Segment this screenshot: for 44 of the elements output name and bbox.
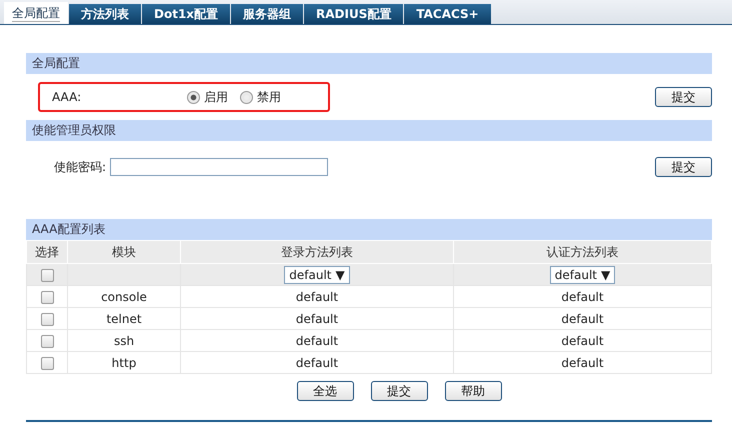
table-cell: http [68,352,180,374]
checkbox[interactable] [40,312,54,326]
tab[interactable]: RADIUS配置 [304,4,404,24]
table-cell: default [180,330,454,352]
column-header: 选择 [26,240,68,264]
checkbox[interactable] [40,356,54,370]
checkbox[interactable] [40,334,54,348]
radio-button[interactable] [187,90,200,104]
tab[interactable]: 服务器组 [231,4,304,24]
table-cell: default [180,352,454,374]
table-cell: default [180,308,454,330]
dropdown[interactable]: default ▼ [284,266,350,284]
column-header: 模块 [68,240,180,264]
radio-label: 禁用 [257,88,282,106]
tab[interactable]: TACACS+ [404,4,491,24]
submit-button[interactable]: 提交 [655,157,712,177]
action-button[interactable]: 提交 [370,381,428,401]
table-cell: default [454,330,712,352]
checkbox[interactable] [40,268,54,282]
tab[interactable]: 全局配置 [4,2,68,24]
tab[interactable]: 方法列表 [69,4,141,24]
action-button[interactable]: 帮助 [444,381,502,401]
table-cell: default [180,286,454,308]
radio-button[interactable] [240,90,254,104]
action-button[interactable]: 全选 [296,381,354,401]
table-cell: console [68,286,180,308]
field-label: 使能密码: [54,158,106,176]
column-header: 认证方法列表 [454,240,712,264]
section-header: 使能管理员权限 [26,120,712,141]
table-cell: ssh [68,330,180,352]
section-header: AAA配置列表 [26,219,712,240]
table-cell: telnet [68,308,180,330]
section-header: 全局配置 [26,53,712,74]
radio-label: 启用 [204,88,228,106]
column-header: 登录方法列表 [180,240,454,264]
submit-button[interactable]: 提交 [655,87,712,107]
dropdown[interactable]: default ▼ [550,266,616,284]
tab[interactable]: Dot1x配置 [142,4,230,24]
field-label: AAA: [52,90,82,104]
table-cell: default [454,286,712,308]
table-cell: default [454,352,712,374]
table-cell: default [454,308,712,330]
checkbox[interactable] [40,290,54,304]
password-field[interactable] [110,158,328,176]
